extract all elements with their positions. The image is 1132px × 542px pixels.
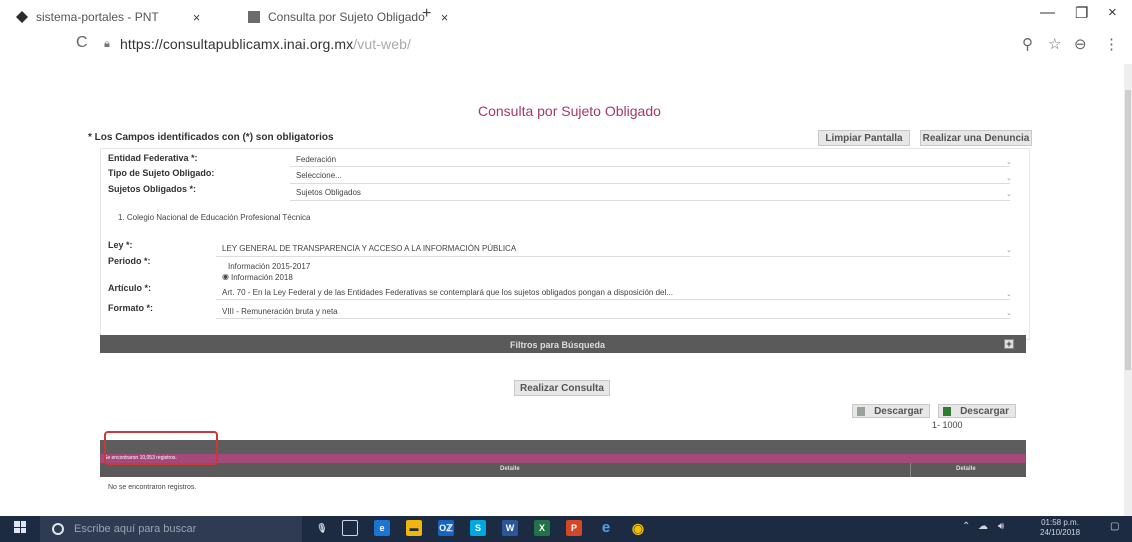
- inai-favicon-icon: [248, 11, 260, 23]
- taskbar-search-placeholder: Escribe aquí para buscar: [74, 523, 197, 535]
- periodo-option-2015-2017[interactable]: Información 2015-2017: [228, 262, 310, 271]
- sujetos-label: Sujetos Obligados *:: [108, 184, 197, 194]
- menu-icon[interactable]: ⋮: [1104, 35, 1119, 53]
- formato-label: Formato *:: [108, 303, 153, 313]
- download-label: Descargar: [960, 405, 1009, 417]
- download-label: Descargar: [874, 405, 923, 417]
- tab-consulta[interactable]: Consulta por Sujeto Obligado ×: [248, 4, 448, 30]
- tab-close-icon[interactable]: ×: [193, 10, 201, 25]
- page-size-select[interactable]: 1- 1000: [932, 420, 963, 430]
- task-view-icon[interactable]: [342, 520, 358, 536]
- taskbar-clock[interactable]: 01:58 p.m. 24/10/2018: [1040, 518, 1080, 538]
- skype-icon[interactable]: S: [470, 520, 486, 536]
- results-table-header: [100, 463, 1026, 477]
- query-button[interactable]: Realizar Consulta: [514, 380, 610, 396]
- articulo-label: Artículo *:: [108, 283, 152, 293]
- chevron-down-icon[interactable]: ⌄: [1006, 309, 1012, 317]
- periodo-option-2018[interactable]: Información 2018: [231, 273, 293, 282]
- column-detalle-2: Detalle: [956, 466, 976, 472]
- formato-underline: [216, 318, 1010, 319]
- maximize-button[interactable]: ❐: [1075, 4, 1088, 22]
- entidad-select[interactable]: Federación: [296, 155, 336, 164]
- profile-icon[interactable]: ⊖: [1074, 35, 1087, 53]
- clock-date: 24/10/2018: [1040, 528, 1081, 537]
- edge-browser-icon[interactable]: e: [374, 520, 390, 536]
- no-records-message: No se encontraron registros.: [108, 484, 197, 491]
- notifications-icon[interactable]: ▢: [1110, 521, 1119, 532]
- tab-sistema-portales[interactable]: sistema-portales - PNT ×: [16, 4, 200, 30]
- sujetos-underline: [290, 200, 1010, 201]
- powerpoint-icon[interactable]: P: [566, 520, 582, 536]
- periodo-label: Periodo *:: [108, 256, 151, 266]
- formato-select[interactable]: VIII - Remuneración bruta y neta: [222, 307, 338, 316]
- highlight-annotation-box: [104, 431, 218, 465]
- ley-label: Ley *:: [108, 240, 133, 250]
- sujetos-select[interactable]: Sujetos Obligados: [296, 188, 361, 197]
- cortana-circle-icon: [52, 523, 64, 535]
- taskbar-search-box[interactable]: Escribe aquí para buscar: [40, 516, 302, 542]
- new-tab-button[interactable]: +: [422, 5, 431, 23]
- url-path: /vut-web/: [353, 36, 411, 52]
- clear-screen-button[interactable]: Limpiar Pantalla: [818, 130, 910, 146]
- entidad-label: Entidad Federativa *:: [108, 153, 198, 163]
- articulo-select[interactable]: Art. 70 - En la Ley Federal y de las Ent…: [222, 288, 673, 297]
- chevron-down-icon[interactable]: ⌄: [1006, 174, 1012, 182]
- results-top-bar: [100, 440, 1026, 454]
- clock-time: 01:58 p.m.: [1041, 518, 1079, 527]
- chevron-down-icon[interactable]: ⌄: [1006, 246, 1012, 254]
- url-host: https://consultapublicamx.inai.org.mx: [120, 36, 354, 52]
- tipo-underline: [290, 183, 1010, 184]
- entidad-underline: [290, 166, 1010, 167]
- scrollbar-thumb[interactable]: [1125, 90, 1131, 370]
- download-csv-button[interactable]: Descargar: [852, 404, 930, 418]
- periodo-radio-icon[interactable]: ◉: [222, 272, 229, 281]
- zoom-icon[interactable]: ⚲: [1022, 35, 1033, 53]
- download-csv-icon: [857, 407, 865, 416]
- download-excel-button[interactable]: Descargar: [938, 404, 1016, 418]
- url-field[interactable]: https://consultapublicamx.inai.org.mx/vu…: [120, 36, 411, 52]
- selected-subject-item: 1. Colegio Nacional de Educación Profesi…: [118, 213, 311, 222]
- reload-icon[interactable]: C: [76, 34, 88, 52]
- volume-icon[interactable]: 🔊︎: [998, 521, 1004, 532]
- microphone-icon[interactable]: 🎙︎: [314, 520, 330, 536]
- file-explorer-icon[interactable]: ▬: [406, 520, 422, 536]
- close-window-button[interactable]: ×: [1108, 4, 1117, 21]
- tray-chevron-icon[interactable]: ⌃: [962, 521, 970, 532]
- records-count-bar: [100, 454, 1026, 463]
- outlook-icon[interactable]: Oℤ: [438, 520, 454, 536]
- ley-select[interactable]: LEY GENERAL DE TRANSPARENCIA Y ACCESO A …: [222, 244, 516, 253]
- chrome-icon[interactable]: ◉: [630, 520, 646, 536]
- network-icon[interactable]: ☁︎: [978, 521, 988, 532]
- tab-close-icon[interactable]: ×: [441, 10, 449, 25]
- column-detalle: Detalle: [500, 466, 520, 472]
- bookmark-star-icon[interactable]: ☆: [1048, 35, 1061, 53]
- windows-start-icon[interactable]: [14, 521, 26, 533]
- tab-label: sistema-portales - PNT: [36, 10, 159, 24]
- chevron-down-icon[interactable]: ⌄: [1006, 290, 1012, 298]
- report-complaint-button[interactable]: Realizar una Denuncia: [920, 130, 1032, 146]
- tab-label: Consulta por Sujeto Obligado: [268, 10, 425, 24]
- filters-bar-label: Filtros para Búsqueda: [510, 340, 606, 350]
- word-icon[interactable]: W: [502, 520, 518, 536]
- required-fields-note: * Los Campos identificados con (*) son o…: [88, 132, 334, 143]
- excel-icon[interactable]: X: [534, 520, 550, 536]
- ley-underline: [216, 256, 1010, 257]
- internet-explorer-icon[interactable]: e: [598, 520, 614, 536]
- expand-plus-icon[interactable]: +: [1004, 339, 1014, 349]
- page-title: Consulta por Sujeto Obligado: [478, 103, 661, 119]
- articulo-underline: [216, 299, 1010, 300]
- minimize-button[interactable]: —: [1040, 4, 1055, 21]
- lock-icon: 🔒︎: [104, 38, 110, 50]
- pnt-favicon-icon: [16, 11, 28, 23]
- excel-icon: [943, 407, 951, 416]
- chevron-down-icon[interactable]: ⌄: [1006, 190, 1012, 198]
- column-divider: [910, 463, 911, 477]
- tipo-select[interactable]: Seleccione...: [296, 171, 342, 180]
- tipo-label: Tipo de Sujeto Obligado:: [108, 168, 215, 178]
- chevron-down-icon[interactable]: ⌄: [1006, 158, 1012, 166]
